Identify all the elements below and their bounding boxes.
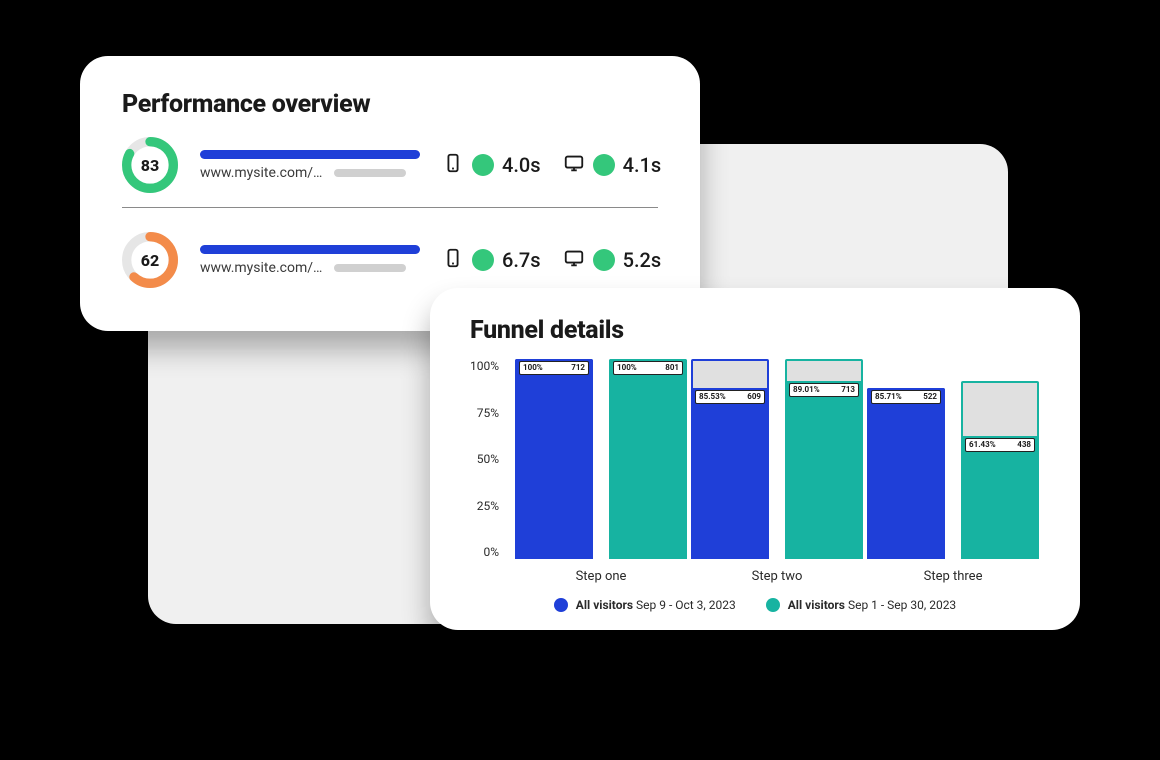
performance-title: Performance overview — [122, 90, 658, 119]
bar-secondary — [334, 169, 406, 177]
score-value: 62 — [122, 232, 178, 288]
bar-group: 85.53%609 89.01%713 — [689, 359, 865, 559]
bar-group: 85.71%522 61.43%438 — [865, 359, 1041, 559]
y-tick: 75% — [470, 406, 499, 420]
bar-data-label: 85.71%522 — [871, 390, 941, 404]
legend: All visitors Sep 9 - Oct 3, 2023 All vis… — [470, 598, 1040, 612]
status-dot — [593, 154, 615, 176]
desktop-icon — [563, 152, 585, 178]
bar: 61.43%438 — [961, 359, 1039, 559]
mobile-time: 6.7s — [502, 248, 541, 272]
legend-swatch — [766, 598, 780, 612]
legend-name: All visitors — [576, 598, 633, 612]
bar-primary — [200, 150, 420, 159]
bar-data-label: 61.43%438 — [965, 438, 1035, 452]
mobile-time: 4.0s — [502, 153, 541, 177]
bar-group: 100%712 100%801 — [513, 359, 689, 559]
bar-primary — [200, 245, 420, 254]
bar: 85.71%522 — [867, 359, 945, 559]
desktop-time: 4.1s — [623, 153, 662, 177]
desktop-icon — [563, 247, 585, 273]
legend-swatch — [554, 598, 568, 612]
mobile-icon — [442, 152, 464, 178]
status-dot — [472, 154, 494, 176]
bar: 85.53%609 — [691, 359, 769, 559]
legend-range: Sep 1 - Sep 30, 2023 — [848, 598, 956, 612]
bar-data-label: 85.53%609 — [695, 390, 765, 404]
legend-item: All visitors Sep 9 - Oct 3, 2023 — [554, 598, 736, 612]
x-category: Step one — [513, 569, 689, 584]
desktop-time: 5.2s — [623, 248, 662, 272]
score-ring: 83 — [122, 137, 178, 193]
score-value: 83 — [122, 137, 178, 193]
x-category: Step three — [865, 569, 1041, 584]
status-dot — [472, 249, 494, 271]
performance-row: 83 www.mysite.com/… 4.0s — [122, 119, 658, 205]
bar-data-label: 100%712 — [519, 361, 589, 375]
legend-item: All visitors Sep 1 - Sep 30, 2023 — [766, 598, 956, 612]
page-url: www.mysite.com/… — [200, 260, 322, 276]
y-tick: 0% — [470, 545, 499, 559]
y-axis: 100% 75% 50% 25% 0% — [470, 359, 509, 559]
funnel-title: Funnel details — [470, 316, 1040, 345]
x-category: Step two — [689, 569, 865, 584]
bar: 100%712 — [515, 359, 593, 559]
score-ring: 62 — [122, 232, 178, 288]
y-tick: 50% — [470, 452, 499, 466]
y-tick: 100% — [470, 359, 499, 373]
bar-data-label: 100%801 — [613, 361, 683, 375]
funnel-chart: 100% 75% 50% 25% 0% 100%712 100%801 85.53%… — [470, 359, 1040, 584]
bar: 89.01%713 — [785, 359, 863, 559]
x-axis: Step one Step two Step three — [509, 559, 1045, 584]
bar: 100%801 — [609, 359, 687, 559]
legend-name: All visitors — [788, 598, 845, 612]
mobile-icon — [442, 247, 464, 273]
divider — [122, 207, 658, 208]
bar-data-label: 89.01%713 — [789, 383, 859, 397]
bar-secondary — [334, 264, 406, 272]
funnel-card: Funnel details 100% 75% 50% 25% 0% 100%7… — [430, 288, 1080, 630]
y-tick: 25% — [470, 499, 499, 513]
page-url: www.mysite.com/… — [200, 165, 322, 181]
legend-range: Sep 9 - Oct 3, 2023 — [636, 598, 736, 612]
status-dot — [593, 249, 615, 271]
